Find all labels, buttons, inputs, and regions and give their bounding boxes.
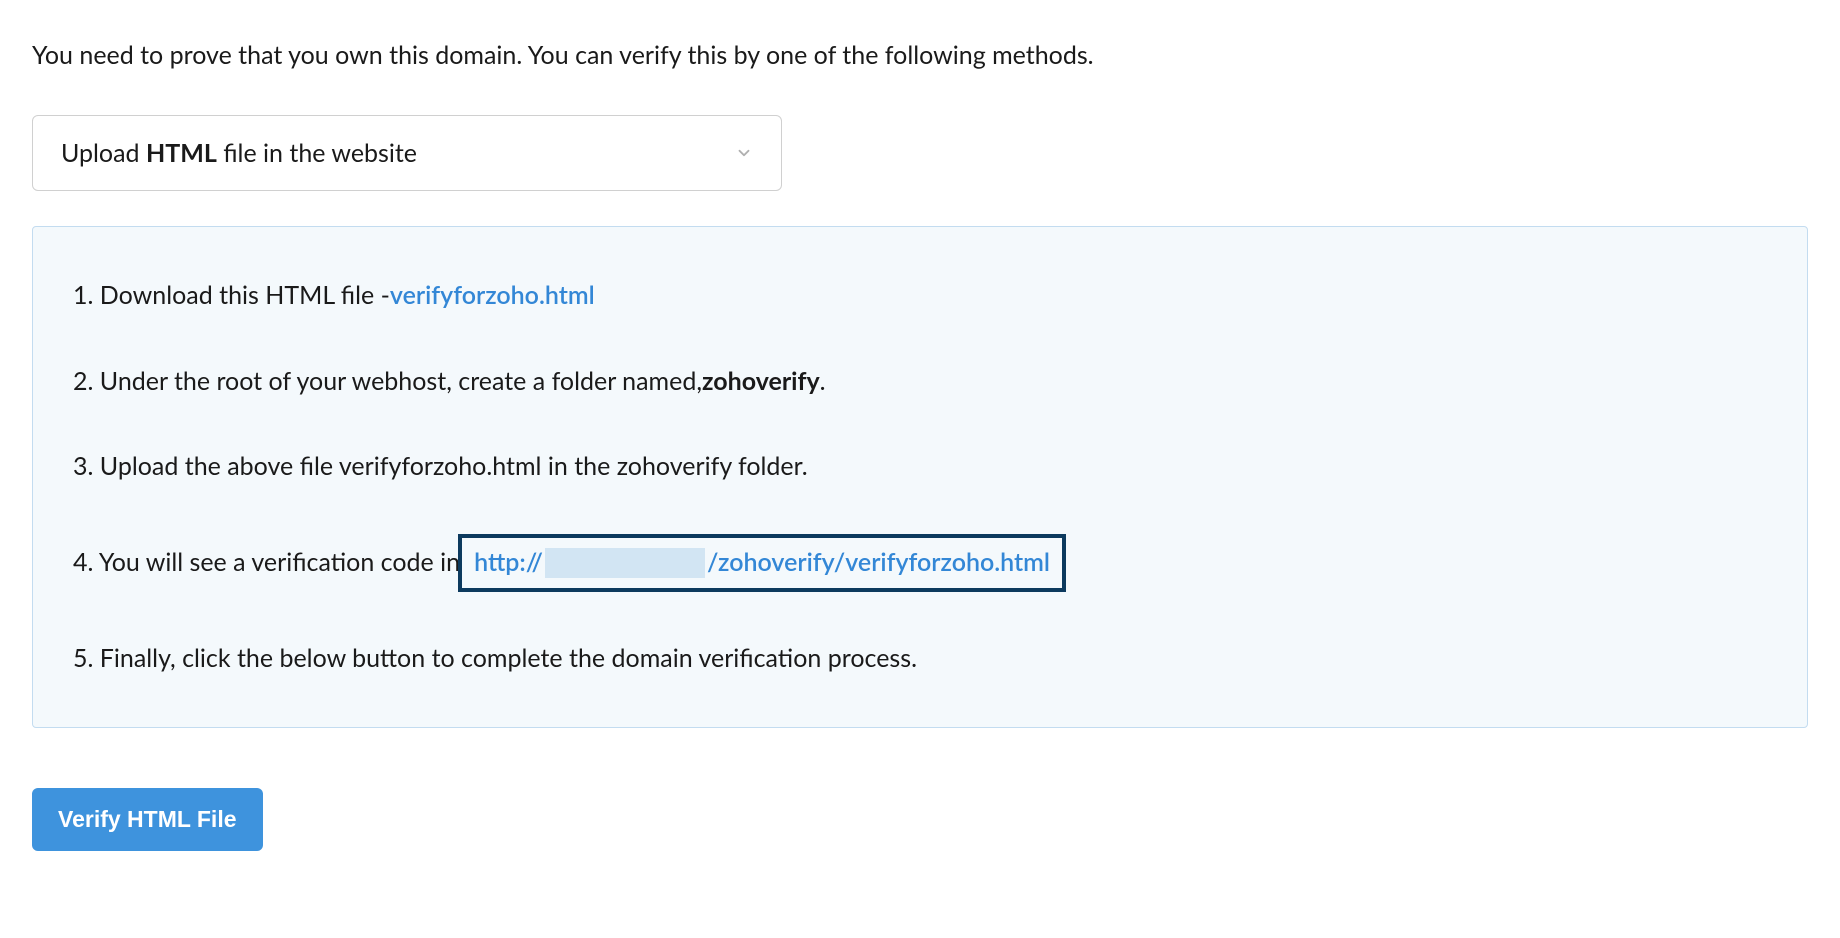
verification-method-dropdown[interactable]: Upload HTML file in the website <box>32 115 782 191</box>
redacted-domain <box>545 548 705 578</box>
dropdown-suffix: file in the website <box>217 138 417 168</box>
step-3: 3. Upload the above file verifyforzoho.h… <box>73 448 1767 486</box>
step-1-text: 1. Download this HTML file - <box>73 277 390 315</box>
verification-url-box: http:// /zohoverify/verifyforzoho.html <box>458 534 1066 592</box>
url-protocol: http:// <box>474 550 543 575</box>
chevron-down-icon <box>735 144 753 162</box>
dropdown-bold: HTML <box>146 138 217 168</box>
download-html-link[interactable]: verifyforzoho.html <box>390 277 595 315</box>
verify-html-file-button[interactable]: Verify HTML File <box>32 788 263 851</box>
step-4-text: 4. You will see a verification code in <box>73 544 460 582</box>
dropdown-prefix: Upload <box>61 138 146 168</box>
step-2-text: 2. Under the root of your webhost, creat… <box>73 363 702 401</box>
step-1: 1. Download this HTML file - verifyforzo… <box>73 277 1767 315</box>
step-4: 4. You will see a verification code in h… <box>73 534 1767 592</box>
step-2: 2. Under the root of your webhost, creat… <box>73 363 1767 401</box>
intro-text: You need to prove that you own this doma… <box>32 40 1808 70</box>
instructions-panel: 1. Download this HTML file - verifyforzo… <box>32 226 1808 728</box>
step-2-folder-name: zohoverify <box>702 363 820 401</box>
dropdown-label: Upload HTML file in the website <box>61 138 417 168</box>
url-path: /zohoverify/verifyforzoho.html <box>707 550 1050 575</box>
step-2-suffix: . <box>820 363 826 401</box>
step-5: 5. Finally, click the below button to co… <box>73 640 1767 678</box>
